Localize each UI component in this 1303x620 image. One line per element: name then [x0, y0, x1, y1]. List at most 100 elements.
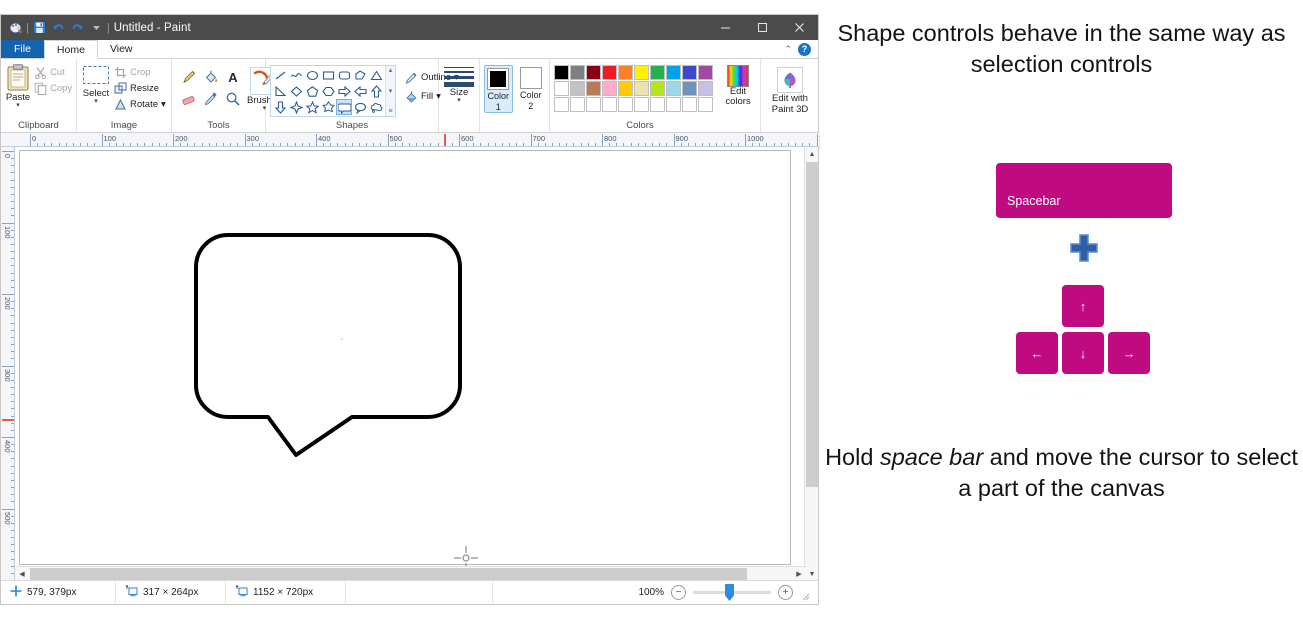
- magnifier-icon[interactable]: [222, 88, 244, 110]
- shape-up-arrow[interactable]: [368, 83, 384, 99]
- cut-button[interactable]: Cut: [31, 64, 75, 80]
- shapes-scroll-up-icon[interactable]: ▴: [389, 67, 393, 74]
- close-button[interactable]: [781, 15, 818, 40]
- crop-button[interactable]: Crop: [111, 64, 169, 80]
- quick-access-toolbar[interactable]: | | Untitled - Paint: [1, 18, 191, 37]
- shape-four-point-star[interactable]: [288, 99, 304, 115]
- shapes-gallery-scroll[interactable]: ▴ ▾ ≡: [385, 66, 395, 116]
- palette-swatch-r1-c6[interactable]: [634, 65, 649, 80]
- shape-line[interactable]: [272, 67, 288, 83]
- pencil-icon[interactable]: [178, 66, 200, 88]
- shapes-gallery[interactable]: ▴ ▾ ≡: [270, 65, 396, 117]
- maximize-button[interactable]: [744, 15, 781, 40]
- scroll-down-arrow-icon[interactable]: ▼: [805, 567, 819, 581]
- zoom-slider-track[interactable]: [693, 591, 771, 594]
- color-palette[interactable]: [554, 65, 713, 112]
- paint-app-icon[interactable]: [6, 18, 25, 37]
- shapes-scroll-down-icon[interactable]: ▾: [389, 88, 393, 95]
- palette-swatch-r3-c6[interactable]: [634, 97, 649, 112]
- palette-swatch-r2-c7[interactable]: [650, 81, 665, 96]
- palette-swatch-r3-c7[interactable]: [650, 97, 665, 112]
- shape-six-point-star[interactable]: [320, 99, 336, 115]
- text-icon[interactable]: A: [222, 66, 244, 88]
- eraser-icon[interactable]: [178, 88, 200, 110]
- palette-swatch-r1-c5[interactable]: [618, 65, 633, 80]
- palette-swatch-r1-c7[interactable]: [650, 65, 665, 80]
- palette-swatch-r3-c10[interactable]: [698, 97, 713, 112]
- paste-caret-icon[interactable]: ▾: [16, 103, 20, 109]
- palette-swatch-r1-c3[interactable]: [586, 65, 601, 80]
- shape-rounded-rectangular-callout[interactable]: [336, 99, 352, 115]
- palette-swatch-r2-c8[interactable]: [666, 81, 681, 96]
- palette-swatch-r2-c2[interactable]: [570, 81, 585, 96]
- shape-left-arrow[interactable]: [352, 83, 368, 99]
- scroll-up-arrow-icon[interactable]: ▲: [805, 147, 819, 161]
- palette-swatch-r2-c9[interactable]: [682, 81, 697, 96]
- shape-rounded-rectangle[interactable]: [336, 67, 352, 83]
- palette-swatch-r2-c3[interactable]: [586, 81, 601, 96]
- shape-curve[interactable]: [288, 67, 304, 83]
- minimize-button[interactable]: [707, 15, 744, 40]
- tab-file[interactable]: File: [1, 40, 44, 58]
- color-picker-icon[interactable]: [200, 88, 222, 110]
- redo-icon[interactable]: [68, 18, 87, 37]
- help-icon[interactable]: ?: [798, 43, 811, 56]
- fill-with-color-icon[interactable]: [200, 66, 222, 88]
- shape-oval-callout[interactable]: [352, 99, 368, 115]
- horizontal-scrollbar[interactable]: ◀ ▶: [15, 566, 806, 580]
- select-caret-icon[interactable]: ▾: [94, 99, 98, 105]
- palette-swatch-r2-c6[interactable]: [634, 81, 649, 96]
- resize-button[interactable]: Resize: [111, 80, 169, 96]
- chevron-up-icon[interactable]: ⌃: [784, 44, 792, 55]
- zoom-slider-thumb[interactable]: [725, 584, 734, 601]
- shape-rectangle[interactable]: [320, 67, 336, 83]
- customize-qat-icon[interactable]: [87, 18, 106, 37]
- shape-hexagon[interactable]: [320, 83, 336, 99]
- shape-five-point-star[interactable]: [304, 99, 320, 115]
- palette-swatch-r2-c1[interactable]: [554, 81, 569, 96]
- palette-swatch-r1-c9[interactable]: [682, 65, 697, 80]
- palette-swatch-r1-c8[interactable]: [666, 65, 681, 80]
- select-button[interactable]: Select ▾: [81, 63, 111, 105]
- shape-polygon[interactable]: [352, 67, 368, 83]
- shape-cloud-callout[interactable]: [368, 99, 384, 115]
- edit-colors-button[interactable]: Edit colors: [720, 65, 756, 107]
- resize-grip-icon[interactable]: [800, 588, 810, 598]
- size-button[interactable]: Size ▾: [441, 66, 477, 104]
- palette-swatch-r3-c5[interactable]: [618, 97, 633, 112]
- vertical-scrollbar[interactable]: ▲ ▼: [804, 147, 818, 581]
- color-1-button[interactable]: Color 1: [484, 65, 513, 113]
- shapes-scroll-more-icon[interactable]: ≡: [388, 108, 392, 115]
- palette-swatch-r3-c3[interactable]: [586, 97, 601, 112]
- palette-swatch-r1-c1[interactable]: [554, 65, 569, 80]
- shape-oval[interactable]: [304, 67, 320, 83]
- canvas-sheet[interactable]: [19, 150, 791, 565]
- shape-down-arrow[interactable]: [272, 99, 288, 115]
- shape-right-triangle[interactable]: [272, 83, 288, 99]
- save-icon[interactable]: [30, 18, 49, 37]
- size-caret-icon[interactable]: ▾: [457, 98, 461, 104]
- scroll-left-arrow-icon[interactable]: ◀: [15, 567, 29, 581]
- canvas-area[interactable]: [15, 147, 806, 581]
- palette-swatch-r3-c4[interactable]: [602, 97, 617, 112]
- palette-swatch-r2-c5[interactable]: [618, 81, 633, 96]
- rotate-button[interactable]: Rotate ▾: [111, 96, 169, 112]
- zoom-out-button[interactable]: −: [671, 585, 686, 600]
- color-2-button[interactable]: Color 2: [517, 65, 545, 111]
- paste-button[interactable]: Paste ▾: [5, 63, 31, 109]
- zoom-control[interactable]: 100% − +: [638, 585, 818, 600]
- undo-icon[interactable]: [49, 18, 68, 37]
- horizontal-scroll-thumb[interactable]: [30, 568, 747, 580]
- palette-swatch-r3-c8[interactable]: [666, 97, 681, 112]
- rotate-caret-icon[interactable]: ▾: [161, 99, 166, 110]
- zoom-in-button[interactable]: +: [778, 585, 793, 600]
- palette-swatch-r3-c1[interactable]: [554, 97, 569, 112]
- copy-button[interactable]: Copy: [31, 80, 75, 96]
- vertical-scroll-thumb[interactable]: [806, 162, 818, 487]
- tab-view[interactable]: View: [98, 40, 145, 58]
- tab-home[interactable]: Home: [44, 40, 98, 59]
- edit-with-paint3d-button[interactable]: Edit with Paint 3D: [763, 66, 817, 115]
- shape-pentagon[interactable]: [304, 83, 320, 99]
- palette-swatch-r3-c2[interactable]: [570, 97, 585, 112]
- palette-swatch-r1-c10[interactable]: [698, 65, 713, 80]
